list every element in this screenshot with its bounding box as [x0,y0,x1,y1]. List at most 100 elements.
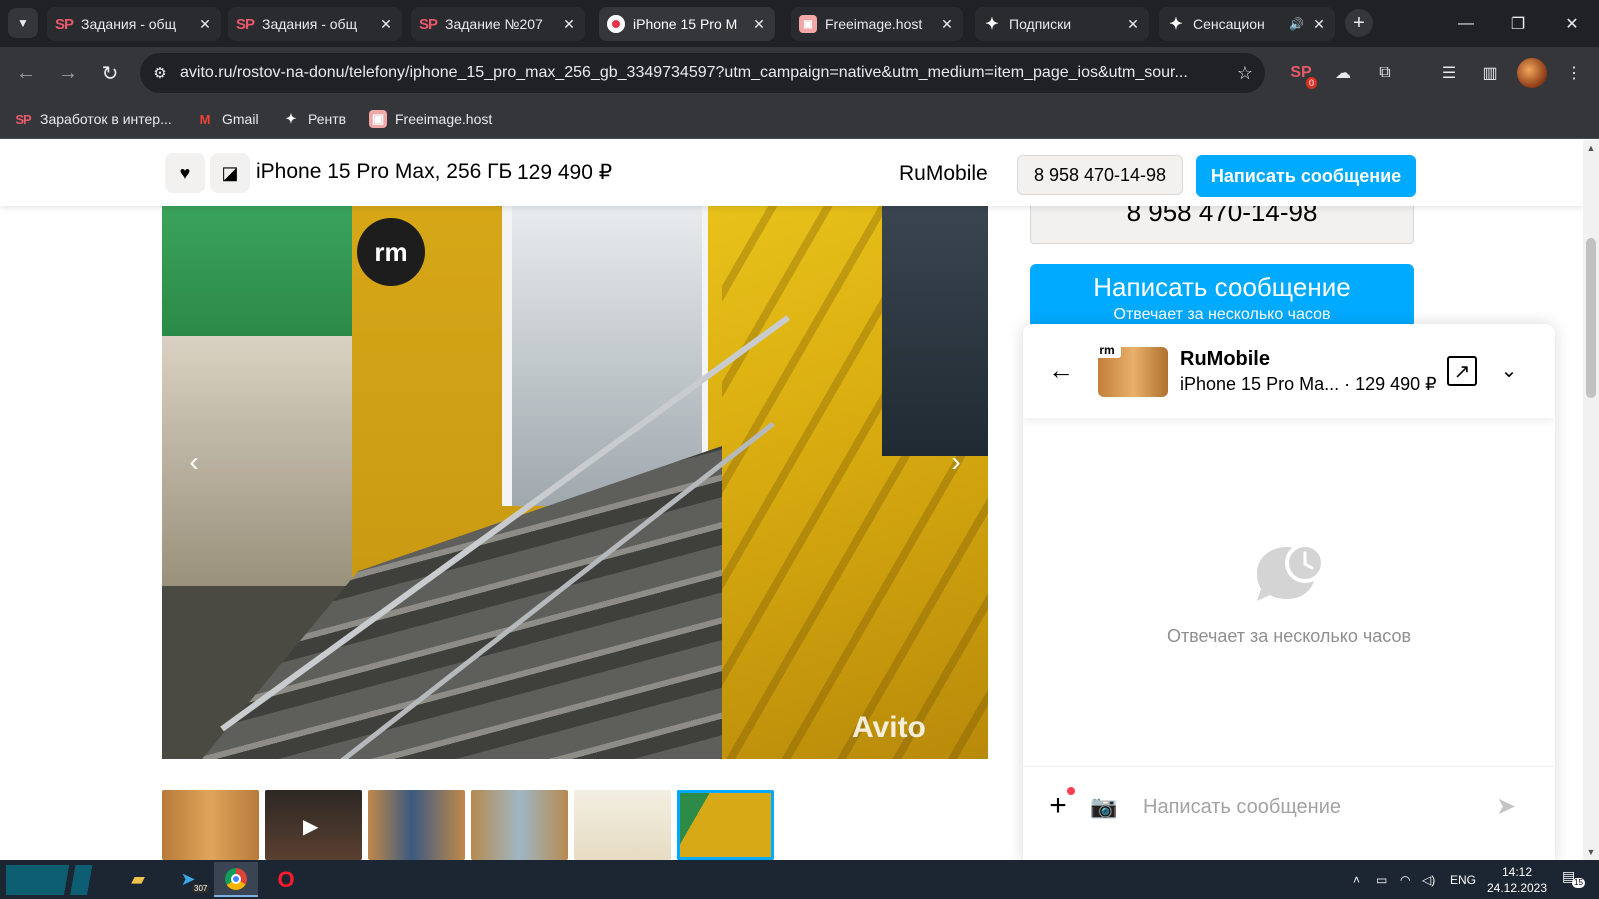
taskbar-chrome[interactable] [214,862,258,897]
collapse-chat-button[interactable]: ⌄ [1493,354,1525,386]
browser-tab-1[interactable]: SP Задания - общ ✕ [47,7,221,41]
speaker-icon[interactable]: 🔊 [1289,17,1305,31]
site-settings-icon[interactable]: ⚙ [140,64,180,82]
clock-date: 24.12.2023 [1486,881,1548,895]
windows-taskbar: ▰ ➤ 307 O ˄ ▭ ◠ ◁) ENG 14:12 24.12.2023 … [0,860,1599,899]
bookmark-item[interactable]: SP Заработок в интер... [14,109,171,129]
close-icon: ✕ [1565,15,1579,33]
browser-tab-6[interactable]: ✦ Подписки ✕ [975,7,1149,41]
photo-gallery[interactable]: rm Avito ‹ › [162,206,988,759]
external-link-icon: ↗ [1453,360,1471,383]
scroll-up-arrow[interactable]: ▲ [1583,140,1599,156]
tab-search-button[interactable]: ▼ [8,8,38,38]
browser-menu-button[interactable]: ⋮ [1560,59,1588,87]
sticky-item-header: ♥ ◪ iPhone 15 Pro Max, 256 ГБ 129 490 ₽ … [0,140,1583,206]
chat-empty-state-text: Отвечает за несколько часов [1166,626,1412,646]
show-hidden-icons[interactable]: ˄ [1353,860,1360,899]
extensions-button[interactable]: ⧉ [1371,59,1399,87]
start-button[interactable] [6,865,106,895]
speaker-icon: ◁) [1422,872,1436,887]
close-icon[interactable]: ✕ [939,16,955,33]
battery-indicator[interactable]: ▭ [1376,860,1387,899]
show-phone-button[interactable]: 8 958 470-14-98 [1017,155,1183,195]
address-url[interactable]: avito.ru/rostov-na-donu/telefony/iphone_… [180,64,1225,82]
clock[interactable]: 14:12 24.12.2023 [1472,864,1562,896]
taskbar-telegram[interactable]: ➤ 307 [166,862,210,897]
close-icon[interactable]: ✕ [197,16,213,33]
gallery-thumbnail-selected[interactable] [677,790,774,860]
arrow-left-icon: ← [16,61,36,84]
write-message-large-button[interactable]: Написать сообщение Отвечает за несколько… [1030,264,1414,328]
tab-title: Задания - общ [81,16,177,32]
browser-tab-active[interactable]: iPhone 15 Pro M ✕ [599,7,775,41]
taskbar-explorer[interactable]: ▰ [116,862,160,897]
side-panel-button[interactable]: ▥ [1476,59,1504,87]
close-icon[interactable]: ✕ [1125,16,1141,33]
wifi-icon: ◠ [1400,872,1411,887]
chat-message-input[interactable] [1143,789,1483,825]
bookmarks-bar: SP Заработок в интер... M Gmail ✦ Рентв … [0,99,1599,139]
close-icon[interactable]: ✕ [1311,16,1327,33]
bookmark-item[interactable]: ▣ Freeimage.host [369,109,492,129]
bookmark-item[interactable]: M Gmail [196,109,259,129]
back-button[interactable]: ← [10,57,42,89]
sp-extension-button[interactable]: SP 0 [1287,59,1317,89]
minimize-icon: — [1458,14,1474,32]
gallery-thumbnail[interactable] [162,790,259,860]
item-price: 129 490 ₽ [517,161,613,184]
chrome-icon [225,867,247,890]
gallery-thumbnail-map[interactable] [574,790,671,860]
browser-tab-2[interactable]: SP Задания - общ ✕ [228,7,402,41]
scroll-down-arrow[interactable]: ▼ [1583,844,1599,860]
media-controls-button[interactable]: ☰ [1435,59,1463,87]
taskbar-opera[interactable]: O [264,862,308,897]
page-scrollbar[interactable]: ▲ ▼ [1583,140,1599,860]
favorite-button[interactable]: ♥ [165,153,205,193]
gallery-thumbnail-video[interactable]: ▶ [265,790,362,860]
scrollbar-thumb[interactable] [1586,238,1596,398]
reload-button[interactable]: ↻ [94,57,126,89]
store-sign-green [162,206,382,336]
restore-button[interactable]: ❐ [1492,0,1544,47]
volume-indicator[interactable]: ◁) [1422,860,1435,899]
close-icon[interactable]: ✕ [561,16,577,33]
extension-badge: 0 [1305,77,1317,89]
forward-button[interactable]: → [52,57,84,89]
plus-icon: + [1049,789,1067,822]
bookmark-item[interactable]: ✦ Рентв [282,109,347,129]
gallery-prev-button[interactable]: ‹ [174,442,214,482]
send-button[interactable]: ➤ [1489,789,1523,823]
battery-icon: ▭ [1376,872,1388,887]
notification-center-button[interactable]: ▤ 15 [1562,868,1588,892]
record-icon [607,15,625,33]
chat-composer: + 📷 ➤ [1023,766,1555,860]
side-panel-icon: ▥ [1482,65,1498,82]
cloud-extension-button[interactable]: ☁ [1329,59,1357,87]
chat-back-button[interactable]: ← [1045,354,1077,386]
profile-avatar[interactable] [1517,58,1547,88]
puzzle-icon: ⧉ [1379,64,1391,81]
seller-logo-icon: rm [1093,342,1121,358]
open-in-messenger-button[interactable]: ↗ [1447,356,1477,386]
seller-name-link[interactable]: RuMobile [899,162,988,186]
camera-button[interactable]: 📷 [1087,791,1121,823]
clock-time: 14:12 [1501,865,1533,879]
freeimage-icon: ▣ [369,110,387,128]
address-bar[interactable]: ⚙ avito.ru/rostov-na-donu/telefony/iphon… [140,53,1265,93]
close-icon[interactable]: ✕ [751,16,767,33]
close-icon[interactable]: ✕ [378,16,394,33]
minimize-button[interactable]: — [1440,0,1492,47]
browser-tab-7[interactable]: ✦ Сенсацион 🔊 ✕ [1159,7,1335,41]
browser-tab-3[interactable]: SP Задание №207 ✕ [411,7,585,41]
close-window-button[interactable]: ✕ [1546,0,1598,47]
gallery-thumbnail[interactable] [368,790,465,860]
new-tab-button[interactable]: + [1345,9,1373,37]
network-indicator[interactable]: ◠ [1400,860,1410,899]
gallery-next-button[interactable]: › [936,442,976,482]
note-button[interactable]: ◪ [210,153,250,193]
write-message-button[interactable]: Написать сообщение [1196,155,1416,197]
bookmark-star-icon[interactable]: ☆ [1225,63,1265,84]
sparkle-icon: ✦ [985,16,999,33]
browser-tab-5[interactable]: ▣ Freeimage.host ✕ [791,7,963,41]
gallery-thumbnail[interactable] [471,790,568,860]
